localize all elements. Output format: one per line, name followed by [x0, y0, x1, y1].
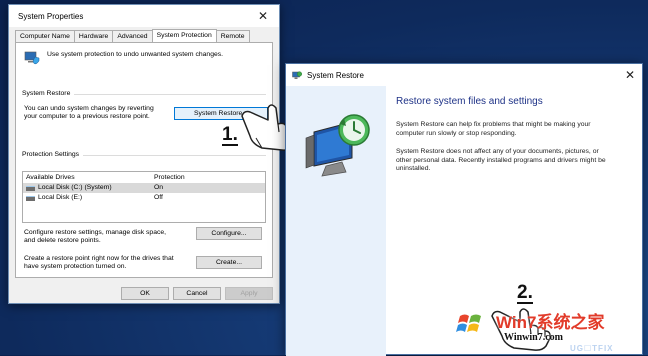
restore-description-line2: your computer to a previous restore poin… [24, 113, 150, 120]
drive-name: Local Disk (C:) (System) [38, 184, 112, 191]
tab-computer-name[interactable]: Computer Name [15, 30, 75, 42]
system-restore-label: System Restore [22, 90, 75, 97]
create-description-line2: have system protection turned on. [24, 263, 127, 270]
configure-button[interactable]: Configure... [196, 227, 262, 240]
description-1-line2: computer run slowly or stop responding. [396, 129, 517, 137]
close-icon[interactable]: ✕ [255, 8, 271, 24]
watermark-corner-logo: UG☐TFIX [570, 344, 614, 353]
close-icon[interactable]: ✕ [622, 67, 638, 83]
protection-settings-label: Protection Settings [22, 151, 84, 158]
window-title: System Restore [307, 70, 364, 80]
description-paragraph-1: System Restore can help fix problems tha… [396, 121, 618, 138]
table-row[interactable]: Local Disk (E:) Off [23, 193, 265, 203]
tab-bar: Computer Name Hardware Advanced System P… [15, 29, 273, 42]
computer-shield-icon [24, 51, 40, 65]
intro-text: Use system protection to undo unwanted s… [47, 51, 224, 58]
apply-button[interactable]: Apply [225, 287, 273, 300]
sidebar [286, 86, 386, 356]
description-2-line1: System Restore does not affect any of yo… [396, 148, 599, 155]
drive-icon [26, 195, 35, 201]
cancel-button[interactable]: Cancel [173, 287, 221, 300]
watermark-url: Winwin7.com [504, 332, 563, 343]
title-bar: System Properties [9, 5, 279, 27]
create-button[interactable]: Create... [196, 256, 262, 269]
page-title: Restore system files and settings [396, 96, 543, 107]
watermark: Win7系统之家 Winwin7.com UG☐TFIX [450, 300, 648, 355]
column-available-drives[interactable]: Available Drives [26, 172, 154, 183]
description-1-line1: System Restore can help fix problems tha… [396, 121, 591, 128]
create-description-line1: Create a restore point right now for the… [24, 255, 174, 262]
column-protection[interactable]: Protection [154, 172, 185, 183]
drives-list[interactable]: Available Drives Protection Local Disk (… [22, 171, 266, 223]
drive-icon [26, 185, 35, 191]
main-content: Restore system files and settings System… [396, 86, 634, 184]
protection-settings-group: Protection Settings [22, 151, 266, 158]
drives-list-header: Available Drives Protection [23, 172, 265, 183]
tab-remote[interactable]: Remote [215, 30, 250, 42]
tab-advanced[interactable]: Advanced [112, 30, 153, 42]
windows-logo-icon [452, 306, 488, 342]
title-bar: System Restore [286, 64, 642, 86]
configure-description-line2: and delete restore points. [24, 237, 101, 244]
tab-hardware[interactable]: Hardware [73, 30, 114, 42]
watermark-brand: Win7系统之家 [496, 313, 605, 332]
dialog-title: System Properties [18, 11, 84, 21]
drive-protection: On [154, 184, 164, 191]
intro: Use system protection to undo unwanted s… [24, 51, 223, 65]
drive-protection: Off [154, 194, 163, 201]
system-properties-dialog: System Properties ✕ Computer Name Hardwa… [8, 4, 280, 304]
system-restore-icon [292, 71, 302, 79]
description-paragraph-2: System Restore does not affect any of yo… [396, 148, 618, 174]
configure-description-line1: Configure restore settings, manage disk … [24, 229, 167, 236]
restore-description-line1: You can undo system changes by reverting [24, 105, 154, 112]
system-protection-panel: Use system protection to undo unwanted s… [15, 42, 273, 278]
table-row[interactable]: Local Disk (C:) (System) On [23, 183, 265, 193]
computer-restore-icon [305, 114, 370, 177]
description-2-line3: uninstalled. [396, 165, 431, 172]
step-1-label: 1. [222, 124, 238, 146]
system-restore-group: System Restore [22, 90, 266, 97]
drive-name: Local Disk (E:) [38, 194, 83, 201]
tab-system-protection[interactable]: System Protection [151, 29, 217, 42]
ok-button[interactable]: OK [121, 287, 169, 300]
description-2-line2: other personal data. Recently installed … [396, 156, 606, 164]
